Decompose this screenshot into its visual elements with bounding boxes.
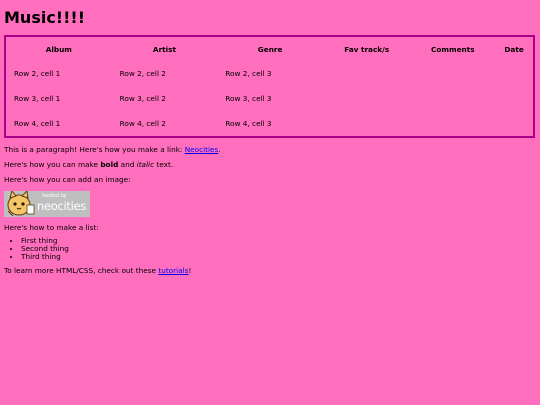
table-cell: Row 2, cell 2 [119,69,166,78]
neocities-link[interactable]: Neocities [185,145,219,154]
example-list: First thing Second thing Third thing [4,237,536,261]
table-header-row: Album Artist Genre Fav track/s Comments … [6,37,533,61]
table-cell [323,111,411,136]
hosted-by-neocities-badge: hosted by neocities [4,191,90,217]
table-cell [495,61,533,86]
header-fav-tracks: Fav track/s [344,44,390,54]
table-cell: Row 4, cell 2 [119,119,166,128]
page-title: Music!!!! [4,8,85,27]
table-row: Row 4, cell 1 Row 4, cell 2 Row 4, cell … [6,111,533,136]
list-intro-paragraph: Here's how to make a list: [4,223,99,232]
table-cell [495,86,533,111]
table-cell [410,111,495,136]
link-paragraph-suffix: . [218,145,221,154]
table-row: Row 3, cell 1 Row 3, cell 2 Row 3, cell … [6,86,533,111]
table-cell [495,111,533,136]
list-item: Third thing [21,253,536,261]
bold-paragraph-suffix: text. [154,160,174,169]
header-genre: Genre [257,44,283,54]
table-cell [323,86,411,111]
badge-neocities-text: neocities [37,199,86,213]
tutorials-paragraph: To learn more HTML/CSS, check out these … [4,266,536,276]
tutorials-link[interactable]: tutorials [158,266,188,275]
list-item: Second thing [21,245,536,253]
table-cell [410,61,495,86]
header-album: Album [45,44,72,54]
table-cell [323,61,411,86]
bold-paragraph-prefix: Here's how you can make [4,160,101,169]
bold-paragraph-mid: and [118,160,137,169]
table-cell: Row 2, cell 3 [225,69,272,78]
bold-text: bold [100,160,119,169]
tutorials-suffix: ! [188,266,192,275]
italic-text: italic [136,160,155,169]
header-artist: Artist [152,44,176,54]
table-cell: Row 3, cell 3 [225,94,272,103]
list-item: First thing [21,237,536,245]
link-paragraph: This is a paragraph! Here's how you make… [4,145,536,155]
image-intro-paragraph: Here's how you can add an image: [4,175,131,184]
neocities-cat-icon [7,191,35,217]
tutorials-prefix: To learn more HTML/CSS, check out these [4,266,159,275]
table-cell: Row 2, cell 1 [14,69,61,78]
table-cell: Row 4, cell 3 [225,119,272,128]
table-row: Row 2, cell 1 Row 2, cell 2 Row 2, cell … [6,61,533,86]
table-cell: Row 3, cell 1 [14,94,61,103]
table-cell [410,86,495,111]
music-table: Album Artist Genre Fav track/s Comments … [4,35,535,138]
table-cell: Row 3, cell 2 [119,94,166,103]
header-date: Date [504,44,524,54]
link-paragraph-prefix: This is a paragraph! Here's how you make… [4,145,185,154]
page-content: Music!!!! Album Artist Genre Fav track/s… [0,0,540,276]
header-comments: Comments [431,44,475,54]
table-cell: Row 4, cell 1 [14,119,61,128]
bold-italic-paragraph: Here's how you can make bold and italic … [4,160,536,170]
